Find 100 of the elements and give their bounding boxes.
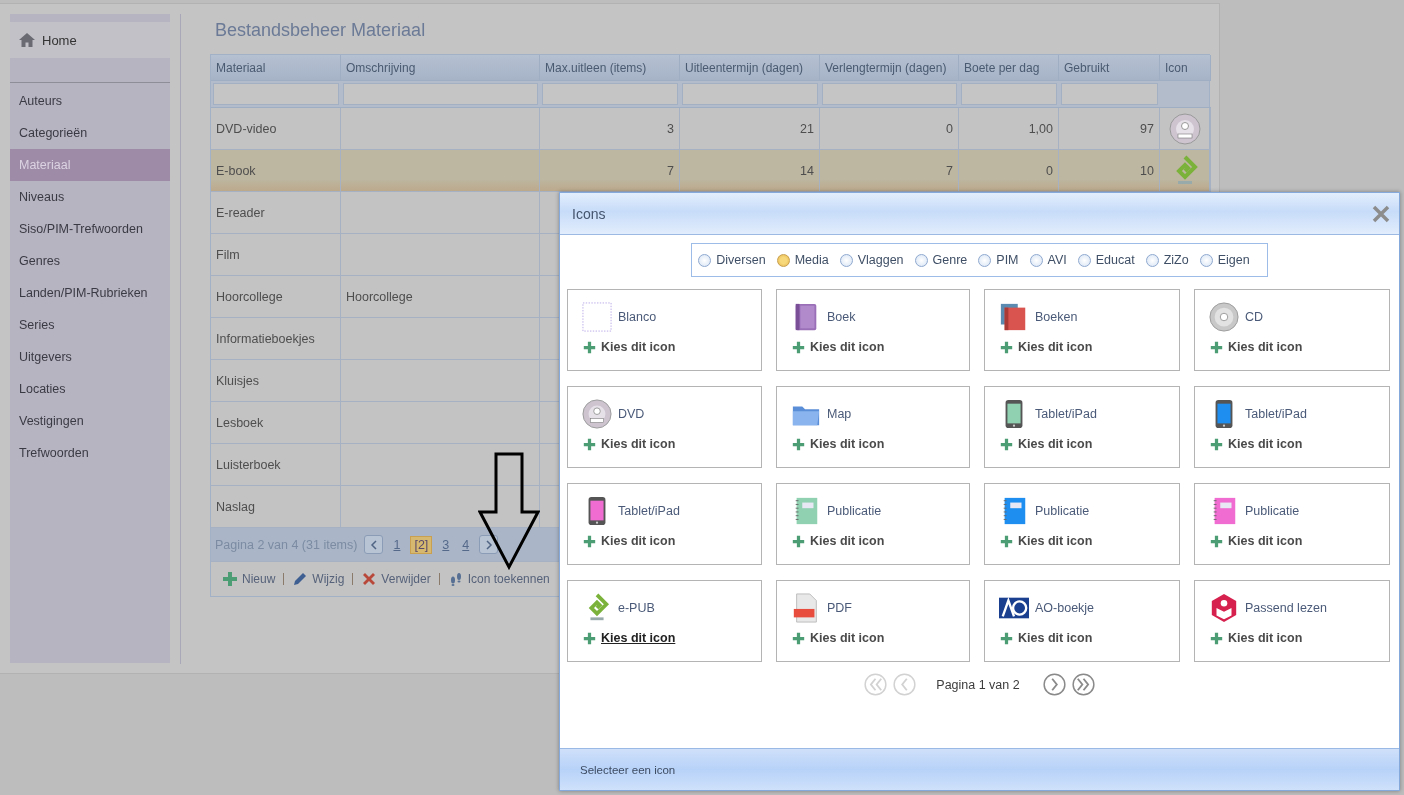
icon-label: Boeken [1035,310,1078,324]
radio-option[interactable]: ZiZo [1145,253,1189,267]
table-cell: DVD-video [216,121,277,136]
filter-field[interactable] [542,83,678,105]
choose-icon-link[interactable]: Kies dit icon [1000,534,1093,548]
choose-icon-link[interactable]: Kies dit icon [792,437,885,451]
status-text: Selecteer een icon [580,763,676,776]
choose-icon-link[interactable]: Kies dit icon [792,340,885,354]
choose-icon-link[interactable]: Kies dit icon [583,437,676,451]
radio-option[interactable]: Genre [914,253,968,267]
sidebar-item[interactable]: Locaties [10,373,170,405]
choose-icon-link[interactable]: Kies dit icon [792,534,885,548]
toolbar-button[interactable]: Verwijder [361,571,431,587]
page-info: Pagina 1 van 2 [936,677,1020,692]
filter-field[interactable] [822,83,957,105]
choose-icon-link[interactable]: Kies dit icon [1000,340,1093,354]
radio-option[interactable]: Educat [1077,253,1135,267]
table-cell: 3 [667,121,674,136]
plus-icon [583,534,596,548]
choose-icon-link[interactable]: Kies dit icon [792,631,885,645]
chevron-icon [369,539,378,550]
column-header[interactable]: Materiaal [211,55,341,81]
radio-option[interactable]: Media [776,253,829,267]
radio-option[interactable]: Eigen [1199,253,1250,267]
last-page-button[interactable] [1071,673,1095,696]
radio-option[interactable]: PIM [978,253,1019,267]
sidebar-item[interactable]: Uitgevers [10,341,170,373]
column-header[interactable]: Verlengtermijn (dagen) [820,55,959,81]
table-cell: E-book [216,163,256,178]
filter-field[interactable] [213,83,339,105]
icon-label: AO-boekje [1035,601,1095,615]
previous-page-button[interactable] [364,535,384,554]
table-cell: Film [216,247,240,262]
choose-icon-link[interactable]: Kies dit icon [1210,631,1303,645]
column-header[interactable]: Icon [1160,55,1211,81]
choose-icon-link[interactable]: Kies dit icon [583,340,676,354]
home-icon [18,32,36,48]
blank-icon [582,302,612,332]
table-cell: Informatieboekjes [216,331,315,346]
close-icon[interactable] [1371,203,1391,224]
dialog-title: Icons [572,205,606,222]
sidebar-item[interactable]: Niveaus [10,181,170,213]
icon-label: Boek [827,310,856,324]
choose-icon-link[interactable]: Kies dit icon [583,631,676,645]
sidebar-item[interactable]: Categorieën [10,117,170,149]
plus-icon [792,340,805,354]
choose-icon-link[interactable]: Kies dit icon [583,534,676,548]
column-header[interactable]: Omschrijving [341,55,540,81]
table-cell: 21 [800,121,814,136]
choose-icon-link[interactable]: Kies dit icon [1210,437,1303,451]
sidebar-item[interactable]: Trefwoorden [10,437,170,469]
table-cell: Kluisjes [216,373,260,388]
sidebar-item[interactable]: Siso/PIM-Trefwoorden [10,213,170,245]
page-link[interactable]: [2] [410,535,433,554]
table-row[interactable]: E-book 7 14 7 0 10 [211,150,1209,192]
icon-label: Passend lezen [1245,601,1327,615]
choose-icon-link[interactable]: Kies dit icon [1210,534,1303,548]
toolbar-button[interactable]: Wijzig [292,571,345,587]
icon-label: CD [1245,310,1264,324]
table-row[interactable]: DVD-video 3 21 0 1,00 97 [211,108,1209,150]
home-link[interactable]: Home [10,22,170,58]
radio-option[interactable]: AVI [1029,253,1067,267]
column-header[interactable]: Gebruikt [1059,55,1160,81]
filter-field[interactable] [343,83,538,105]
table-cell: 97 [1140,121,1154,136]
sidebar-item[interactable]: Genres [10,245,170,277]
table-cell: Hoorcollege [346,289,413,304]
table-cell: 0 [1046,163,1053,178]
column-header[interactable]: Max.uitleen (items) [540,55,680,81]
toolbar-button[interactable]: Icon toekennen [447,571,550,587]
cross-icon [361,571,378,587]
column-header[interactable]: Boete per dag [959,55,1059,81]
icon-label: e-PUB [618,601,655,615]
sidebar-item[interactable]: Vestigingen [10,405,170,437]
table-cell: 1,00 [1028,121,1053,136]
table-cell: Hoorcollege [216,289,283,304]
table-cell: E-reader [216,205,265,220]
sidebar-item[interactable]: Series [10,309,170,341]
sidebar-item[interactable]: Landen/PIM-Rubrieken [10,277,170,309]
dvd-icon [1169,112,1201,145]
filter-field[interactable] [1061,83,1158,105]
filter-field[interactable] [682,83,818,105]
choose-icon-link[interactable]: Kies dit icon [1210,340,1303,354]
choose-icon-link[interactable]: Kies dit icon [1000,631,1093,645]
icon-label: Publicatie [1035,504,1090,518]
plus-icon [1000,534,1013,548]
filter-field[interactable] [961,83,1057,105]
choose-icon-link[interactable]: Kies dit icon [1000,437,1093,451]
icon-label: Map [827,407,852,421]
table-cell: 0 [946,121,953,136]
column-header[interactable]: Uitleentermijn (dagen) [680,55,820,81]
plus-icon [1210,437,1223,451]
plus-icon [1000,631,1013,645]
table-cell: Lesboek [216,415,264,430]
radio-option[interactable]: Vlaggen [839,253,904,267]
sidebar-item[interactable]: Auteurs [10,85,170,117]
plus-icon [1000,340,1013,354]
radio-option[interactable]: Diversen [698,253,766,267]
table-cell: 7 [667,163,674,178]
toolbar-button[interactable]: Nieuw [222,571,276,587]
